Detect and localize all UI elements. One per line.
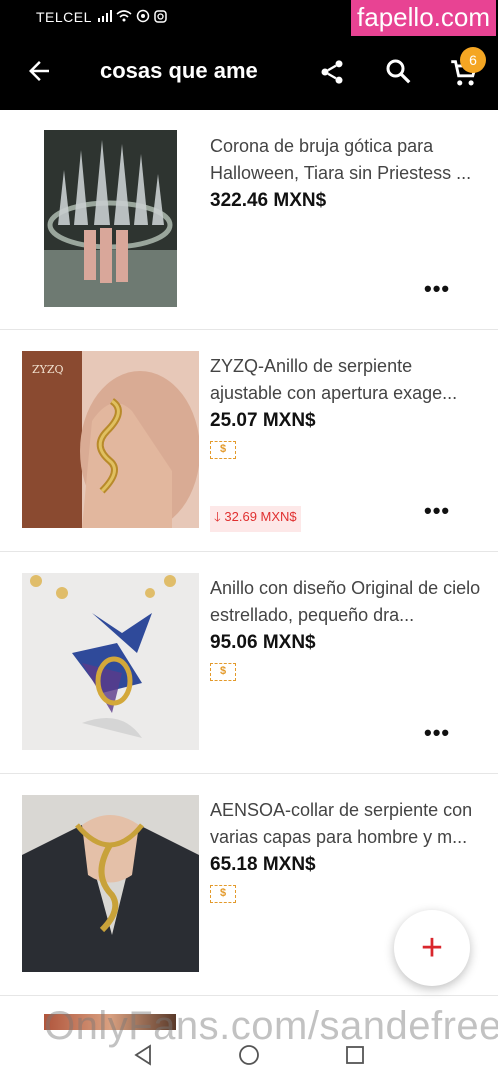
- search-icon[interactable]: [383, 56, 413, 86]
- add-fab-button[interactable]: +: [394, 910, 470, 986]
- list-item[interactable]: Anillo con diseño Original de cielo estr…: [0, 552, 498, 774]
- wifi-icon: [116, 10, 132, 22]
- product-name[interactable]: AENSOA-collar de serpiente con varias ca…: [210, 797, 488, 851]
- coupon-icon: $: [210, 885, 236, 903]
- more-options-button[interactable]: •••: [424, 276, 450, 302]
- cart-count-badge: 6: [460, 47, 486, 73]
- product-price: 95.06 MXN$: [210, 632, 316, 653]
- product-price: 25.07 MXN$: [210, 410, 316, 431]
- share-icon[interactable]: [318, 58, 346, 86]
- product-name[interactable]: Anillo con diseño Original de cielo estr…: [210, 575, 488, 629]
- list-item[interactable]: ZYZQ ZYZQ-Anillo de serpiente ajustable …: [0, 330, 498, 552]
- signal-icon: [98, 10, 112, 22]
- status-icons: [98, 9, 167, 23]
- product-image-crown[interactable]: [44, 130, 177, 307]
- product-name[interactable]: ZYZQ-Anillo de serpiente ajustable con a…: [210, 353, 488, 407]
- product-price: 322.46 MXN$: [210, 190, 327, 211]
- carrier-label: TELCEL: [36, 9, 92, 25]
- product-image-snake-ring[interactable]: ZYZQ: [22, 351, 199, 528]
- more-options-button[interactable]: •••: [424, 498, 450, 524]
- watermark-top: fapello.com: [351, 0, 496, 36]
- back-arrow-icon[interactable]: [24, 56, 54, 86]
- watermark-bottom: OnlyFans.com/sandefree: [44, 1004, 498, 1048]
- product-image-snake-necklace[interactable]: [22, 795, 199, 972]
- coupon-icon: $: [210, 663, 236, 681]
- instagram-icon: [154, 9, 167, 23]
- brand-mark-zyzq: ZYZQ: [32, 363, 64, 376]
- status-bar: TELCEL fapello.com: [0, 0, 498, 36]
- whatsapp-icon: [136, 9, 150, 23]
- coupon-icon: $: [210, 441, 236, 459]
- app-bar: cosas que ame 6: [0, 36, 498, 110]
- product-price: 65.18 MXN$: [210, 854, 316, 875]
- price-drop-badge: 🡓 32.69 MXN$: [210, 506, 301, 532]
- product-image-dragon-ring[interactable]: [22, 573, 199, 750]
- price-down-arrow-icon: 🡓: [214, 509, 221, 524]
- list-item[interactable]: Corona de bruja gótica para Halloween, T…: [0, 110, 498, 330]
- wishlist: Corona de bruja gótica para Halloween, T…: [0, 110, 498, 996]
- previous-price: 32.69 MXN$: [224, 509, 297, 524]
- page-title: cosas que ame: [100, 58, 258, 83]
- product-name[interactable]: Corona de bruja gótica para Halloween, T…: [210, 133, 488, 187]
- more-options-button[interactable]: •••: [424, 720, 450, 746]
